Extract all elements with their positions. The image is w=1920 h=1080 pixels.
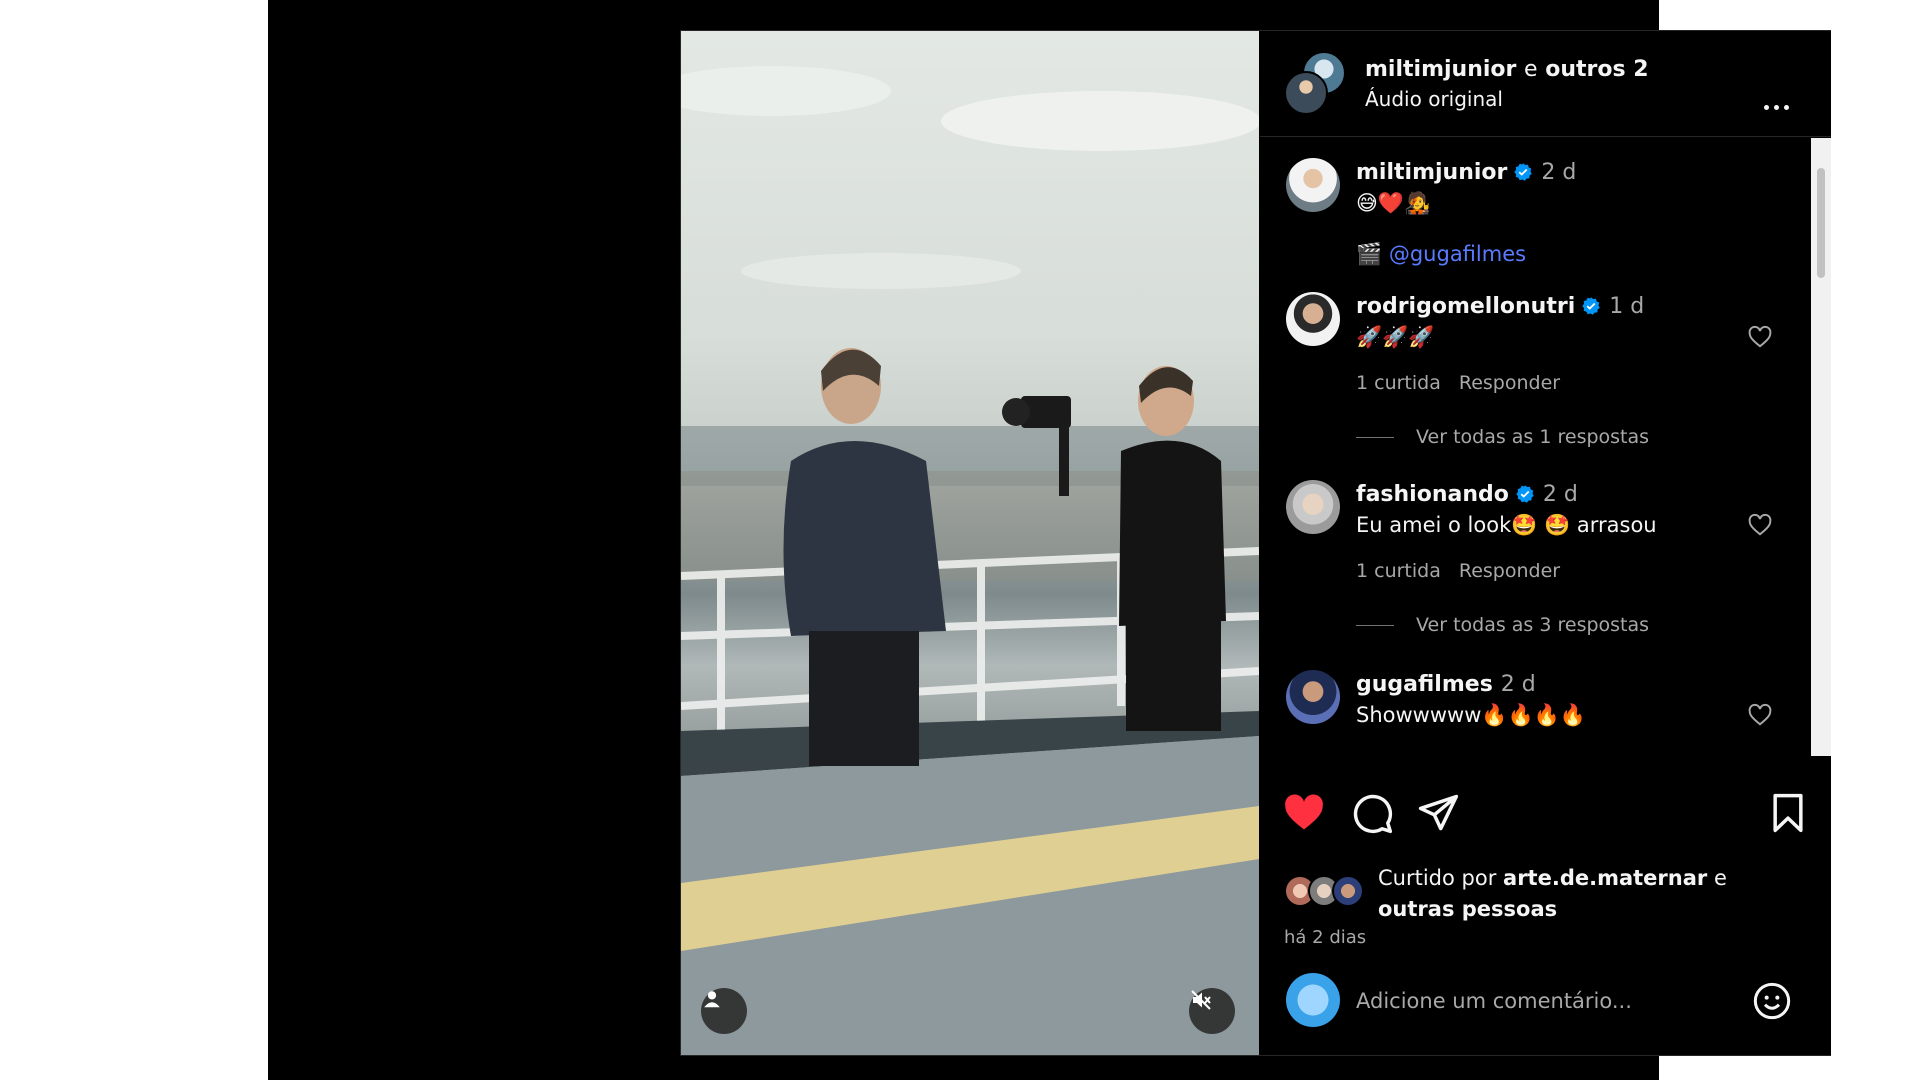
more-icon [1763, 104, 1769, 110]
liked-by-connector: e [1713, 866, 1727, 890]
replies-divider [1356, 436, 1394, 438]
comment-likes[interactable]: 1 curtida [1356, 372, 1441, 394]
comment-time[interactable]: 2 d [1501, 672, 1536, 697]
view-replies-label: Ver todas as 1 respostas [1416, 426, 1650, 448]
caption-credit: 🎬 @gugafilmes [1356, 242, 1526, 267]
comment-text: Eu amei o look🤩 🤩 arrasou [1356, 513, 1657, 537]
comment-text: 😅❤️🧑‍🎤 [1356, 191, 1431, 215]
comment-username[interactable]: rodrigomellonutri [1356, 294, 1575, 319]
comment-time[interactable]: 2 d [1543, 482, 1578, 507]
comment-text: 🚀🚀🚀 [1356, 325, 1435, 349]
video-frame [681, 66, 1259, 1055]
liked-by-others[interactable]: outras pessoas [1378, 897, 1557, 921]
comment-meta: 1 curtida Responder [1356, 372, 1560, 394]
comment-header: gugafilmes 2 d [1356, 672, 1536, 697]
author-avatar[interactable] [1284, 71, 1328, 115]
comment-username[interactable]: gugafilmes [1356, 672, 1493, 697]
user-tag-button[interactable] [701, 988, 747, 1034]
comments-scrollbar[interactable] [1811, 138, 1831, 756]
comments-list[interactable]: miltimjunior 2 d 😅❤️🧑‍🎤 🎬 @gugafilmes rod… [1260, 138, 1811, 756]
current-user-avatar [1286, 973, 1340, 1027]
more-icon-dot [1773, 104, 1779, 110]
emoji-button[interactable] [1752, 981, 1792, 1021]
other-authors-link[interactable]: outros 2 [1545, 57, 1648, 82]
audio-link[interactable]: Áudio original [1365, 87, 1503, 111]
comment-like-icon[interactable] [1747, 702, 1773, 728]
comment-like-icon[interactable] [1747, 512, 1773, 538]
more-options-button[interactable] [1758, 97, 1794, 117]
comment-input[interactable] [1356, 983, 1736, 1019]
post-side-panel: miltimjunior e outros 2 Áudio original m… [1260, 31, 1831, 1055]
post-header: miltimjunior e outros 2 Áudio original [1260, 31, 1831, 137]
comment-button[interactable] [1350, 791, 1394, 835]
liked-by-text: Curtido por arte.de.maternar e outras pe… [1378, 863, 1798, 925]
liked-by-avatars[interactable] [1284, 875, 1374, 909]
comment-text: Showwwww🔥🔥🔥🔥 [1356, 703, 1586, 727]
reel-video[interactable] [681, 31, 1259, 1055]
verified-icon [1582, 297, 1600, 315]
comment-header: fashionando 2 d [1356, 482, 1578, 507]
add-comment-bar [1260, 973, 1831, 1055]
comment-likes[interactable]: 1 curtida [1356, 560, 1441, 582]
mute-button[interactable] [1189, 988, 1235, 1034]
comment-username[interactable]: fashionando [1356, 482, 1509, 507]
comment-header: miltimjunior 2 d [1356, 160, 1576, 185]
mute-icon [1191, 990, 1211, 1010]
clapper-emoji: 🎬 [1356, 242, 1383, 266]
avatar[interactable] [1286, 292, 1340, 346]
comment-time[interactable]: 1 d [1609, 294, 1644, 319]
comment-like-icon[interactable] [1747, 324, 1773, 350]
avatar[interactable] [1286, 480, 1340, 534]
replies-divider [1356, 624, 1394, 626]
post-dialog: miltimjunior e outros 2 Áudio original m… [680, 30, 1831, 1056]
view-replies-button[interactable]: Ver todas as 1 respostas [1356, 426, 1649, 448]
like-button[interactable] [1282, 791, 1326, 835]
avatar [1332, 875, 1364, 907]
verified-icon [1516, 485, 1534, 503]
post-date[interactable]: há 2 dias [1284, 927, 1366, 948]
user-tag-icon [704, 991, 720, 1008]
view-replies-label: Ver todas as 3 respostas [1416, 614, 1650, 636]
scrollbar-thumb[interactable] [1817, 168, 1825, 278]
share-button[interactable] [1416, 791, 1460, 835]
reply-button[interactable]: Responder [1459, 560, 1560, 582]
author-username[interactable]: miltimjunior [1365, 57, 1516, 82]
comment-header: rodrigomellonutri 1 d [1356, 294, 1644, 319]
action-bar [1260, 791, 1831, 839]
post-authors: miltimjunior e outros 2 [1365, 57, 1649, 82]
comment-meta: 1 curtida Responder [1356, 560, 1560, 582]
reply-button[interactable]: Responder [1459, 372, 1560, 394]
bookmark-button[interactable] [1766, 791, 1810, 835]
verified-icon [1514, 163, 1533, 181]
more-icon-dot [1783, 104, 1789, 110]
avatar[interactable] [1286, 670, 1340, 724]
mention-link[interactable]: @gugafilmes [1389, 242, 1526, 266]
avatar[interactable] [1286, 158, 1340, 212]
comment-time[interactable]: 2 d [1541, 160, 1576, 185]
comment-username[interactable]: miltimjunior [1356, 160, 1507, 185]
liked-by-prefix: Curtido por [1378, 866, 1497, 890]
liked-by-user[interactable]: arte.de.maternar [1503, 866, 1707, 890]
view-replies-button[interactable]: Ver todas as 3 respostas [1356, 614, 1649, 636]
authors-connector: e [1524, 57, 1538, 82]
modal-backdrop[interactable]: miltimjunior e outros 2 Áudio original m… [268, 0, 1831, 1080]
